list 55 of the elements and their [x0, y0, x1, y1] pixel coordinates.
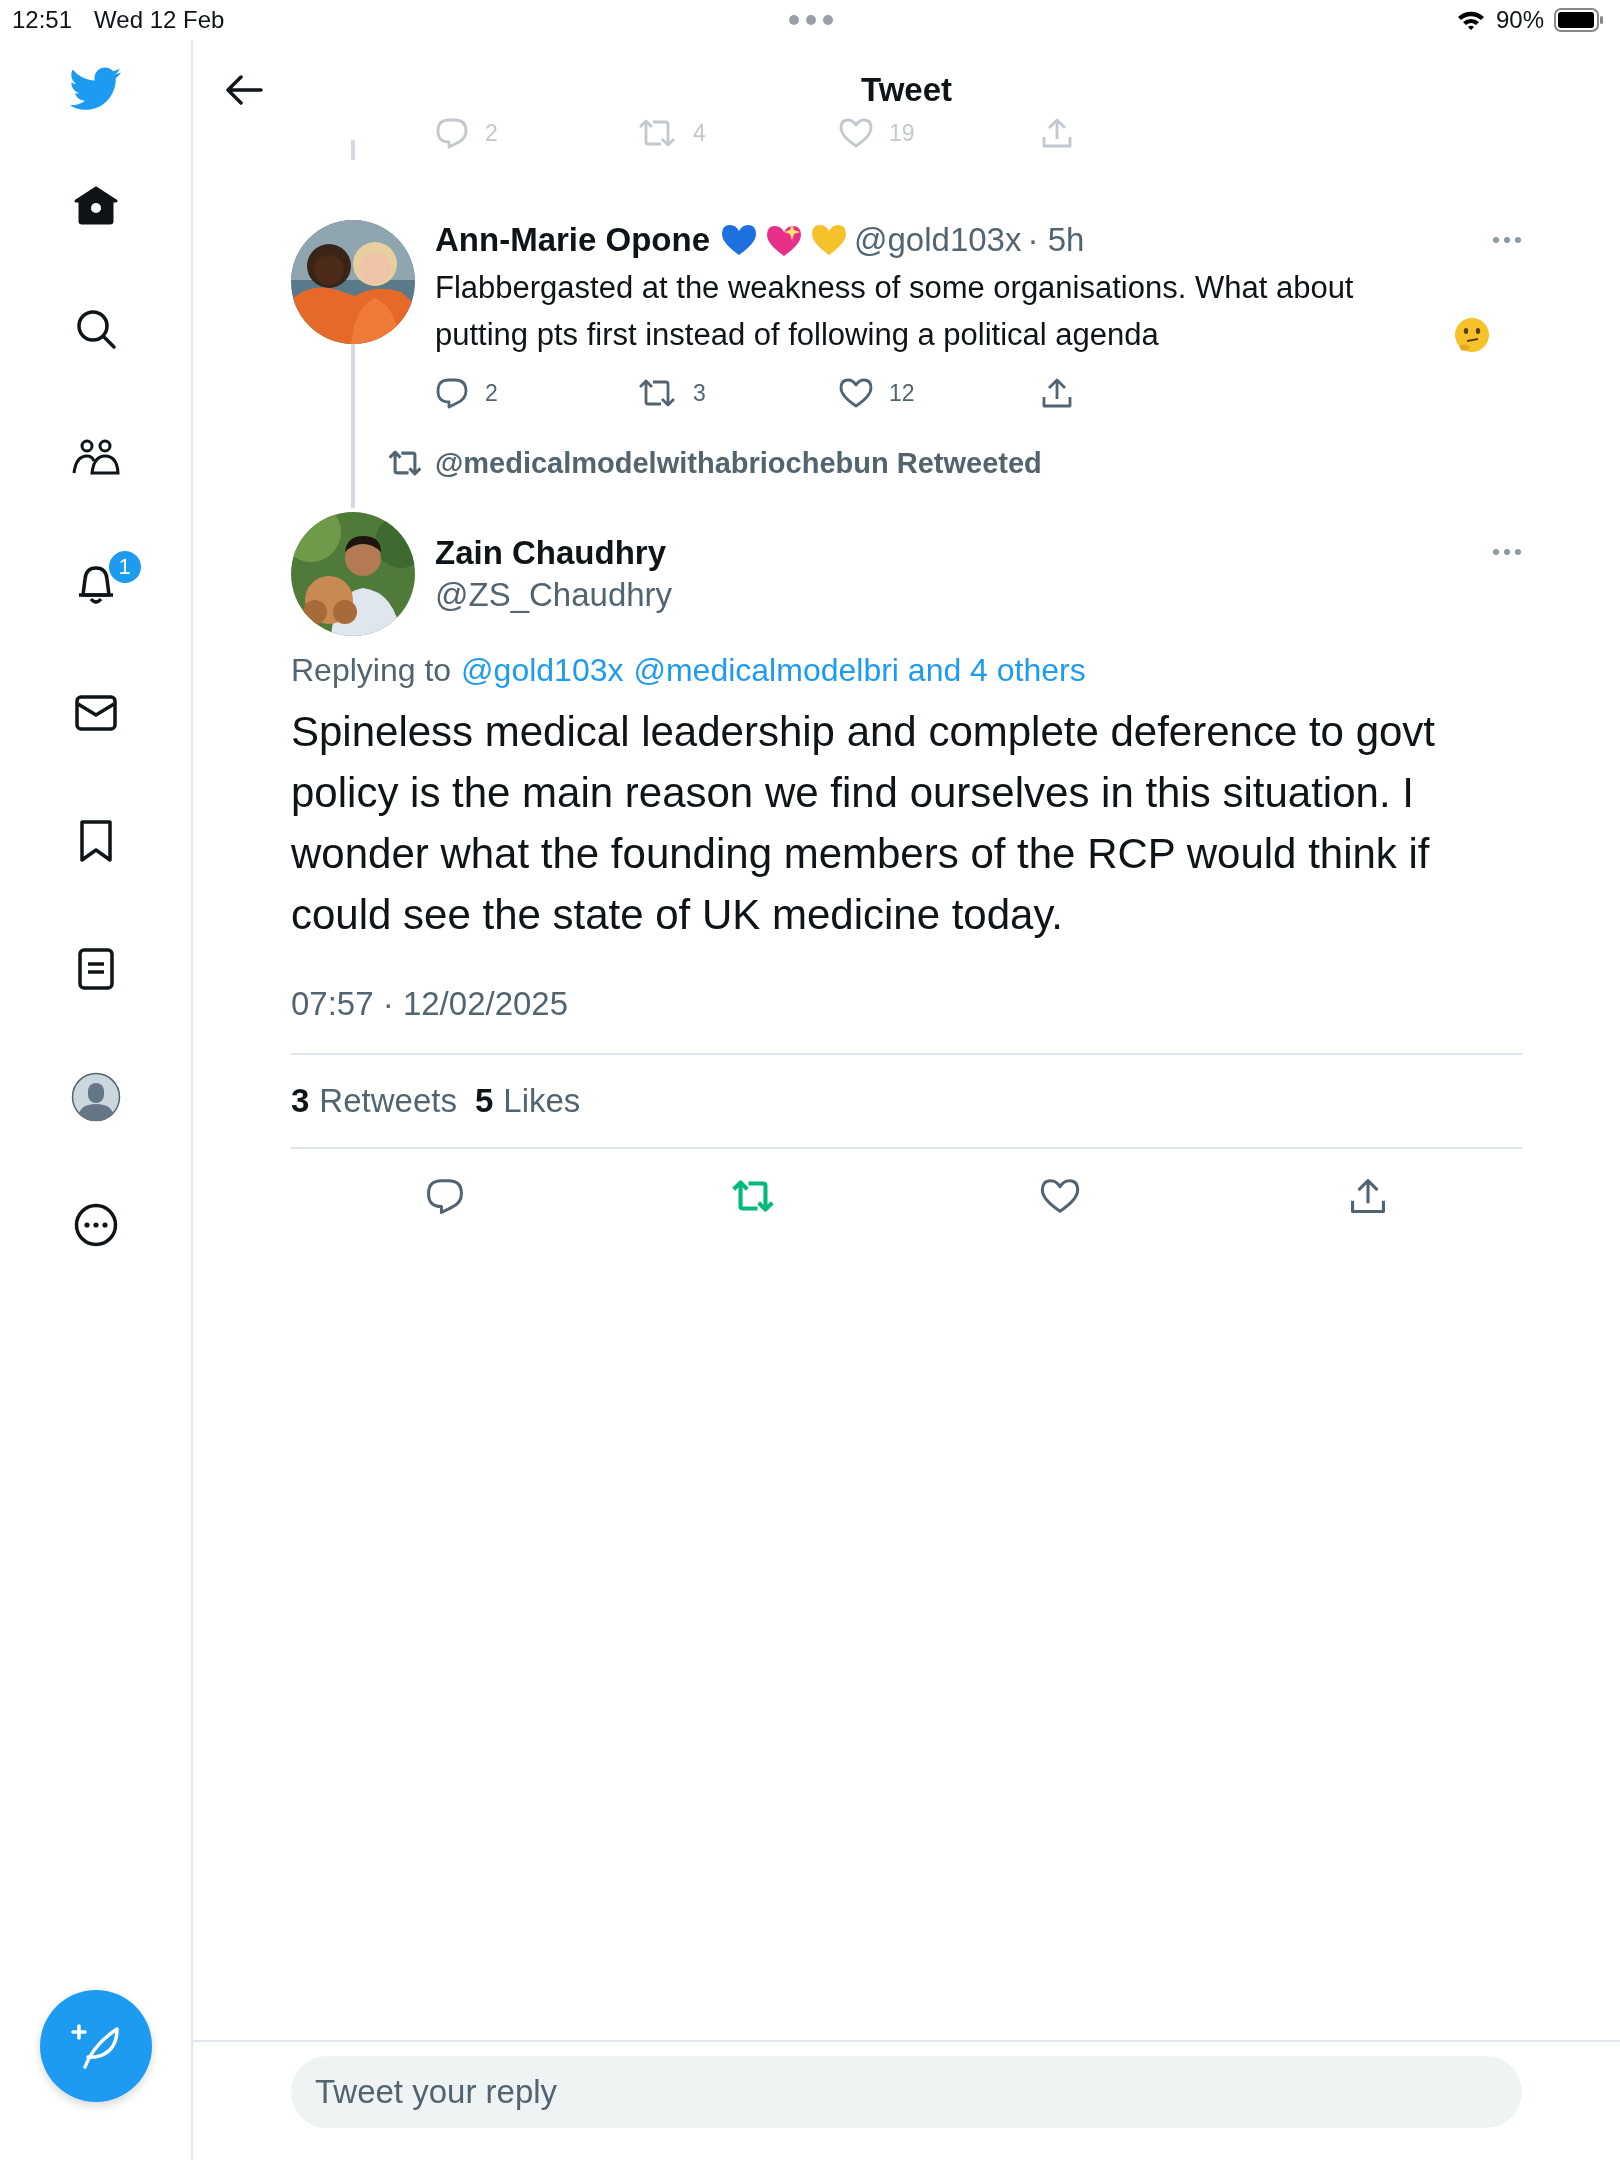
reply-count: 2: [485, 119, 498, 147]
retweeted-by-label: @medicalmodelwithabriochebun Retweeted: [435, 446, 1042, 480]
tweet-timestamp: 07:57 · 12/02/2025: [291, 985, 1522, 1055]
likes-label: Likes: [503, 1082, 581, 1120]
thinking-face-emoji-icon: [1453, 316, 1491, 354]
share-icon[interactable]: [1041, 377, 1073, 409]
like-count: 12: [889, 379, 915, 407]
sparkling-heart-emoji-icon: [764, 222, 804, 258]
tweet-age: · 5h: [1027, 221, 1085, 259]
back-arrow-icon[interactable]: [225, 74, 263, 106]
status-date: Wed 12 Feb: [94, 6, 225, 34]
people-icon[interactable]: [71, 439, 120, 475]
like-count: 19: [889, 119, 915, 147]
author-handle: @gold103x: [854, 221, 1022, 259]
author-name: Ann-Marie Opone: [435, 221, 710, 259]
heart-emoji-icon: [720, 223, 758, 257]
reply-field[interactable]: Tweet your reply: [291, 2056, 1522, 2128]
like-count: 5: [474, 1082, 494, 1120]
status-time: 12:51: [12, 6, 73, 34]
replying-to-label: Replying to: [291, 652, 452, 689]
notification-badge: 1: [106, 549, 143, 585]
home-icon[interactable]: [73, 185, 118, 225]
envelope-icon[interactable]: [74, 695, 117, 731]
retweet-count: 4: [693, 119, 706, 147]
heart-emoji-icon: [810, 223, 848, 257]
author-name: Zain Chaudhry: [435, 534, 667, 572]
tweet-text: Flabbergasted at the weakness of some organisations. What about putting pts first instead of following a political agenda: [435, 269, 1355, 354]
reply-icon[interactable]: [424, 1177, 465, 1215]
page-title: Tweet: [860, 71, 953, 109]
mention-link[interactable]: @medicalmodelbri and 4 others: [633, 652, 1086, 689]
bookmark-icon[interactable]: [78, 819, 113, 863]
reply-icon[interactable]: [435, 377, 469, 409]
more-icon[interactable]: [73, 1203, 118, 1247]
heart-outline-icon[interactable]: [839, 378, 873, 408]
retweet-icon[interactable]: [637, 378, 677, 408]
bird-logo-icon[interactable]: [69, 67, 122, 111]
document-icon[interactable]: [77, 948, 114, 990]
multitasking-dots-icon: [788, 14, 834, 26]
more-options-icon[interactable]: [1492, 236, 1522, 244]
feather-plus-icon: [70, 2023, 121, 2069]
share-icon[interactable]: [1349, 1177, 1388, 1215]
tweet-text: Spineless medical leadership and complete deference to govt policy is the main reason we find ourselves in this situation. I wonder what the founding members of the RCP would think if could see the state of UK medicine today.: [291, 707, 1437, 940]
avatar-icon[interactable]: [70, 1072, 121, 1122]
retweets-label: Retweets: [319, 1082, 457, 1120]
battery-percent: 90%: [1495, 6, 1544, 34]
heart-outline-icon[interactable]: [1040, 1178, 1081, 1214]
reply-count: 2: [485, 379, 498, 407]
mention-link[interactable]: @gold103x: [461, 652, 624, 689]
author-handle: @ZS_Chaudhry: [435, 576, 673, 614]
retweet-count: 3: [291, 1082, 310, 1120]
retweet-count: 3: [693, 379, 706, 407]
search-icon[interactable]: [74, 308, 117, 350]
more-options-icon[interactable]: [1492, 548, 1522, 556]
retweet-icon: [387, 449, 423, 477]
battery-icon: [1554, 8, 1604, 32]
